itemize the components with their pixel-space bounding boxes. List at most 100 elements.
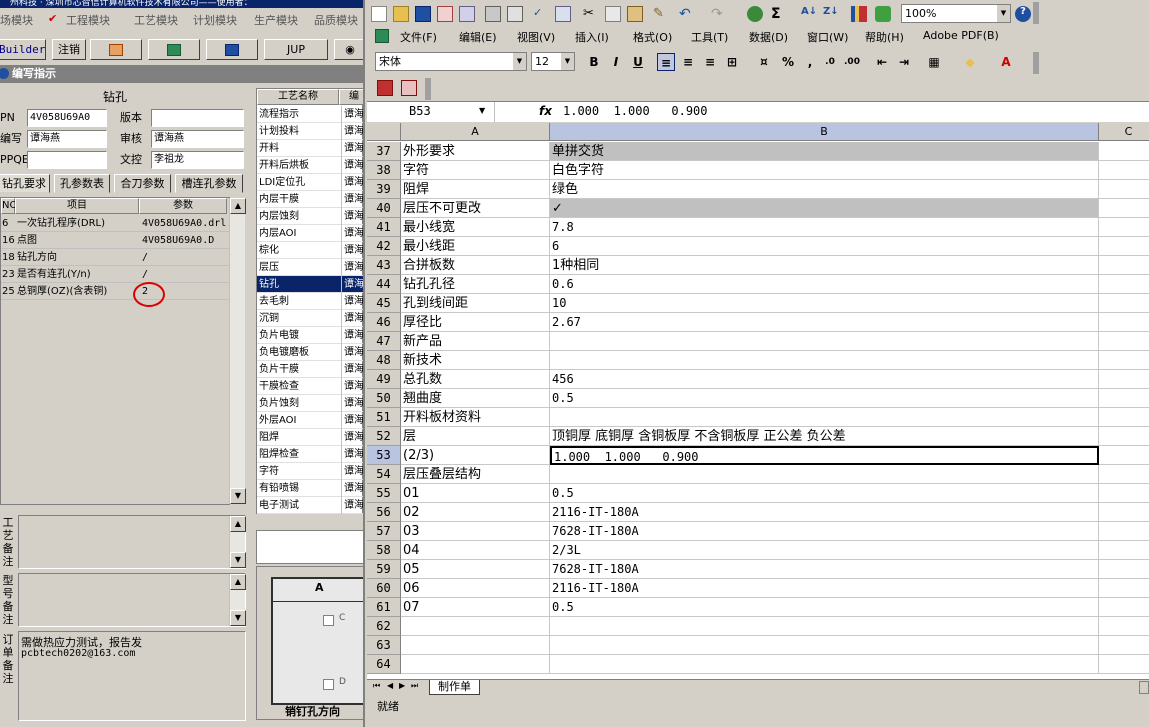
cell-b[interactable] bbox=[550, 408, 1099, 427]
row-header[interactable]: 63 bbox=[367, 636, 401, 655]
tab-slot-params[interactable]: 槽连孔参数 bbox=[175, 174, 243, 193]
cell-c[interactable] bbox=[1099, 522, 1149, 541]
row-header[interactable]: 37 bbox=[367, 142, 401, 161]
research-icon[interactable] bbox=[555, 6, 571, 22]
cell-b[interactable] bbox=[550, 636, 1099, 655]
cell-a[interactable] bbox=[401, 617, 550, 636]
process-item[interactable]: 负片蚀刻 谭海 bbox=[257, 395, 363, 412]
process-item[interactable]: 字符 谭海 bbox=[257, 463, 363, 480]
autosum-icon[interactable]: Σ bbox=[771, 6, 787, 22]
process-item[interactable]: 沉铜 谭海 bbox=[257, 310, 363, 327]
logout-button[interactable]: 注销 bbox=[52, 39, 86, 60]
process-item[interactable]: 棕化 谭海 bbox=[257, 242, 363, 259]
row-header[interactable]: 51 bbox=[367, 408, 401, 427]
menu-tools[interactable]: 工具(T) bbox=[691, 29, 728, 45]
cell-c[interactable] bbox=[1099, 370, 1149, 389]
cell-a[interactable]: 新技术 bbox=[401, 351, 550, 370]
menu-view[interactable]: 视图(V) bbox=[517, 29, 555, 45]
process-item[interactable]: LDI定位孔 谭海 bbox=[257, 174, 363, 191]
cell-c[interactable] bbox=[1099, 408, 1149, 427]
table-row[interactable]: 23 是否有连孔(Y/n) / bbox=[1, 266, 229, 283]
cell-c[interactable] bbox=[1099, 427, 1149, 446]
cell-b[interactable]: 7628-IT-180A bbox=[550, 522, 1099, 541]
row-header[interactable]: 41 bbox=[367, 218, 401, 237]
cell-c[interactable] bbox=[1099, 541, 1149, 560]
process-item[interactable]: 开料后烘板 谭海 bbox=[257, 157, 363, 174]
pdf-email-icon[interactable] bbox=[401, 80, 417, 96]
process-item[interactable]: 流程指示 谭海 bbox=[257, 106, 363, 123]
cell-a[interactable]: 开料板材资料 bbox=[401, 408, 550, 427]
module-process[interactable]: 工艺模块 bbox=[134, 12, 178, 28]
process-item[interactable]: 钻孔 谭海 bbox=[257, 276, 363, 293]
row-header[interactable]: 44 bbox=[367, 275, 401, 294]
cell-b[interactable]: 456 bbox=[550, 370, 1099, 389]
first-sheet-icon[interactable]: ⏮ bbox=[373, 681, 380, 691]
cell-b[interactable]: 2116-IT-180A bbox=[550, 579, 1099, 598]
column-header-a[interactable]: A bbox=[401, 123, 550, 141]
process-item[interactable]: 电子测试 谭海 bbox=[257, 497, 363, 514]
module-field[interactable]: 场模块 bbox=[0, 12, 33, 28]
cell-a[interactable]: 合拼板数 bbox=[401, 256, 550, 275]
tab-hole-params[interactable]: 孔参数表 bbox=[54, 174, 110, 193]
cell-b[interactable] bbox=[550, 617, 1099, 636]
cell-a[interactable]: 05 bbox=[401, 560, 550, 579]
cell-b[interactable]: 单拼交货 bbox=[550, 142, 1099, 161]
grid-scrollbar[interactable]: ▲ ▼ bbox=[229, 198, 246, 504]
craft-notes-field[interactable]: ▲ ▼ bbox=[18, 515, 246, 569]
view-button[interactable]: ◉ bbox=[334, 39, 363, 60]
process-item[interactable]: 开料 谭海 bbox=[257, 140, 363, 157]
tab-tool-params[interactable]: 合刀参数 bbox=[114, 174, 171, 193]
pdf-convert-icon[interactable] bbox=[377, 80, 393, 96]
align-right-icon[interactable]: ≡ bbox=[701, 53, 719, 71]
process-item[interactable]: 阻焊 谭海 bbox=[257, 429, 363, 446]
cell-a[interactable]: 最小线距 bbox=[401, 237, 550, 256]
menu-edit[interactable]: 编辑(E) bbox=[459, 29, 497, 45]
row-header[interactable]: 64 bbox=[367, 655, 401, 674]
cell-c[interactable] bbox=[1099, 446, 1149, 465]
row-header[interactable]: 61 bbox=[367, 598, 401, 617]
cell-b[interactable]: 1.000 1.000 0.900 bbox=[550, 446, 1099, 465]
table-row[interactable]: 16 点图 4V058U69A0.D bbox=[1, 232, 229, 249]
cell-c[interactable] bbox=[1099, 655, 1149, 674]
cell-b[interactable]: 2116-IT-180A bbox=[550, 503, 1099, 522]
hyperlink-icon[interactable] bbox=[747, 6, 763, 22]
menu-data[interactable]: 数据(D) bbox=[749, 29, 788, 45]
chevron-down-icon[interactable]: ▼ bbox=[561, 53, 574, 70]
cell-a[interactable]: (2/3) bbox=[401, 446, 550, 465]
cell-b[interactable]: 0.6 bbox=[550, 275, 1099, 294]
builder-button[interactable]: Builder bbox=[0, 39, 46, 60]
decrease-decimal-icon[interactable]: .00 bbox=[843, 53, 861, 71]
cell-c[interactable] bbox=[1099, 256, 1149, 275]
row-header[interactable]: 57 bbox=[367, 522, 401, 541]
spelling-icon[interactable]: ✓ bbox=[533, 6, 549, 22]
craft-notes-scrollbar[interactable]: ▲ ▼ bbox=[229, 516, 246, 568]
cell-b[interactable] bbox=[550, 332, 1099, 351]
align-left-icon[interactable]: ≡ bbox=[657, 53, 675, 71]
row-header[interactable]: 58 bbox=[367, 541, 401, 560]
horizontal-scrollbar[interactable] bbox=[1139, 681, 1149, 694]
font-color-icon[interactable]: A bbox=[997, 53, 1015, 71]
row-header[interactable]: 59 bbox=[367, 560, 401, 579]
cell-c[interactable] bbox=[1099, 237, 1149, 256]
cell-b[interactable]: 2/3L bbox=[550, 541, 1099, 560]
sheet-tab[interactable]: 制作单 bbox=[429, 680, 480, 695]
module-plan[interactable]: 计划模块 bbox=[193, 12, 237, 28]
cell-a[interactable]: 新产品 bbox=[401, 332, 550, 351]
toolbar-grip[interactable] bbox=[1033, 2, 1039, 24]
cell-b[interactable]: 0.5 bbox=[550, 389, 1099, 408]
excel-export-button[interactable] bbox=[148, 39, 200, 60]
cell-b[interactable]: 7.8 bbox=[550, 218, 1099, 237]
select-all-corner[interactable] bbox=[367, 123, 401, 141]
cell-a[interactable]: 层压不可更改 bbox=[401, 199, 550, 218]
order-notes-field[interactable]: 需做热应力测试，报告发 pcbtech0202@163.com bbox=[18, 631, 246, 721]
cell-b[interactable]: 0.5 bbox=[550, 484, 1099, 503]
cell-c[interactable] bbox=[1099, 560, 1149, 579]
chevron-down-icon[interactable]: ▼ bbox=[479, 106, 485, 115]
cell-c[interactable] bbox=[1099, 579, 1149, 598]
cell-c[interactable] bbox=[1099, 465, 1149, 484]
cell-a[interactable] bbox=[401, 636, 550, 655]
cell-a[interactable]: 总孔数 bbox=[401, 370, 550, 389]
borders-icon[interactable]: ▦ bbox=[925, 53, 943, 71]
cell-a[interactable]: 厚径比 bbox=[401, 313, 550, 332]
cell-c[interactable] bbox=[1099, 313, 1149, 332]
